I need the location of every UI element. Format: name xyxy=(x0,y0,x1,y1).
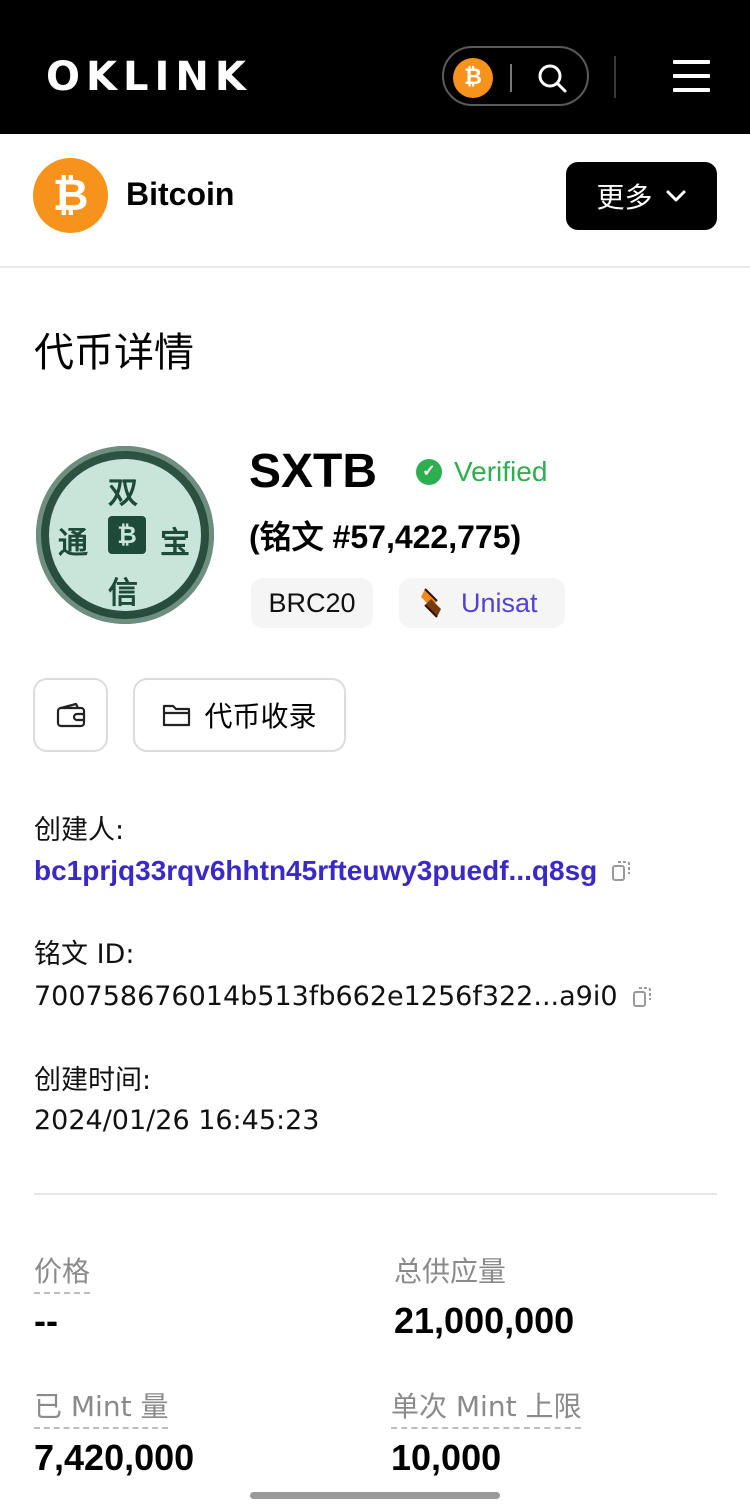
top-navigation-bar: O K L I N K ₿ xyxy=(0,0,750,134)
token-logo-center: ₿ xyxy=(108,516,146,554)
home-indicator xyxy=(250,1492,500,1499)
inscription-id: 700758676014b513fb662e1256f322...a9i0 xyxy=(34,981,652,1012)
unisat-icon xyxy=(421,588,441,618)
token-logo: 双 通 宝 信 ₿ xyxy=(36,446,214,624)
total-supply-value: 21,000,000 xyxy=(394,1300,575,1341)
chevron-down-icon xyxy=(666,190,685,202)
bitcoin-logo-icon: ₿ xyxy=(33,158,108,233)
header-divider xyxy=(614,56,616,98)
minted-label[interactable]: 已 Mint 量 xyxy=(34,1385,169,1429)
logo-letter: N xyxy=(175,54,211,100)
creator-address-text[interactable]: bc1prjq33rqv6hhtn45rfteuwy3puedf...q8sg xyxy=(34,855,597,887)
pill-divider xyxy=(510,64,512,92)
unisat-link[interactable]: Unisat xyxy=(399,578,565,628)
created-time: 2024/01/26 16:45:23 xyxy=(34,1105,320,1136)
unisat-label: Unisat xyxy=(461,587,538,618)
oklink-logo[interactable]: O K L I N K xyxy=(46,54,270,100)
logo-letter: L xyxy=(123,54,151,100)
creator-address[interactable]: bc1prjq33rqv6hhtn45rfteuwy3puedf...q8sg xyxy=(34,855,631,887)
checkmark-icon: ✓ xyxy=(416,459,442,485)
logo-letter: I xyxy=(154,54,172,100)
bitcoin-icon[interactable]: ₿ xyxy=(453,58,493,98)
chain-name: Bitcoin xyxy=(126,176,235,212)
price-label[interactable]: 价格 xyxy=(34,1250,91,1294)
token-collection-label: 代币收录 xyxy=(204,700,317,733)
chain-header: ₿ Bitcoin 更多 xyxy=(0,134,750,268)
copy-icon[interactable] xyxy=(611,860,631,882)
token-collection-button[interactable]: 代币收录 xyxy=(133,678,346,752)
logo-letter: K xyxy=(214,54,248,100)
inscription-number: (铭文 #57,422,775) xyxy=(249,519,522,555)
add-to-wallet-button[interactable] xyxy=(33,678,108,752)
verified-label: Verified xyxy=(454,456,548,487)
hamburger-menu-icon[interactable] xyxy=(673,60,710,92)
more-button[interactable]: 更多 xyxy=(566,162,717,230)
section-divider xyxy=(34,1193,717,1195)
created-time-label: 创建时间: xyxy=(34,1065,152,1096)
mint-limit-value: 10,000 xyxy=(391,1437,502,1478)
more-button-label: 更多 xyxy=(596,181,653,214)
search-icon[interactable] xyxy=(536,62,568,94)
creator-label: 创建人: xyxy=(34,815,125,846)
token-ticker: SXTB xyxy=(249,445,378,498)
total-supply-label: 总供应量 xyxy=(394,1255,507,1288)
token-logo-char: 宝 xyxy=(160,526,190,561)
inscription-id-label: 铭文 ID: xyxy=(34,939,135,970)
token-logo-char: 信 xyxy=(108,576,138,611)
wallet-icon xyxy=(56,702,85,728)
chain-search-pill[interactable]: ₿ xyxy=(442,46,589,106)
verified-badge: ✓ Verified xyxy=(416,456,547,488)
price-value: -- xyxy=(34,1300,58,1341)
copy-icon[interactable] xyxy=(632,986,652,1008)
minted-value: 7,420,000 xyxy=(34,1437,195,1478)
mint-limit-label[interactable]: 单次 Mint 上限 xyxy=(391,1385,582,1429)
page-title: 代币详情 xyxy=(34,330,194,376)
inscription-id-text: 700758676014b513fb662e1256f322...a9i0 xyxy=(34,981,618,1012)
logo-letter: K xyxy=(86,54,120,100)
folder-icon xyxy=(163,704,191,727)
standard-tag: BRC20 xyxy=(251,578,373,628)
token-logo-char: 双 xyxy=(108,476,138,511)
token-logo-char: 通 xyxy=(58,526,88,561)
logo-letter: O xyxy=(46,54,83,100)
